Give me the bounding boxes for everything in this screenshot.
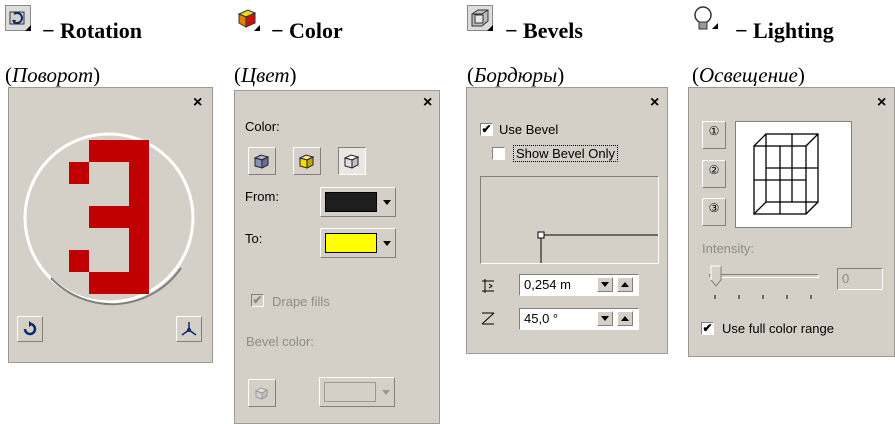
to-label: To:	[245, 231, 263, 246]
show-bevel-only-label: Show Bevel Only	[513, 145, 618, 162]
bevel-angle-down-button[interactable]	[597, 311, 613, 326]
bevel-width-down-button[interactable]	[597, 277, 613, 292]
lighting-title: − Lighting	[735, 18, 834, 43]
shade-color-button[interactable]	[338, 147, 366, 175]
show-bevel-only-checkbox[interactable]	[492, 147, 505, 160]
intensity-label: Intensity:	[702, 241, 755, 256]
bevels-title: − Bevels	[505, 18, 583, 43]
color-panel: × Color: From: To: ✔ Drape fills Bevel c…	[234, 90, 440, 424]
bevel-color-picker[interactable]	[319, 377, 395, 407]
bevels-subtitle: (Бордюры)	[467, 63, 565, 87]
drape-fills-label: Drape fills	[272, 294, 330, 309]
lighting-preview[interactable]	[735, 121, 852, 228]
rotation-title: − Rotation	[42, 18, 142, 43]
from-color-swatch	[325, 192, 377, 212]
yellow-cube-icon	[298, 154, 315, 169]
lighting-panel: × ① ② ③ Intensity: 0 ✔ Use full color ra…	[688, 87, 895, 357]
close-icon[interactable]: ×	[193, 95, 202, 111]
light-2-button[interactable]: ②	[702, 160, 726, 188]
light-3-button[interactable]: ③	[702, 198, 726, 226]
bevel-cube-icon	[254, 387, 269, 400]
color-title: − Color	[271, 18, 343, 43]
wireframe-cube-icon	[753, 133, 819, 215]
bevel-angle-up-button[interactable]	[617, 311, 633, 326]
color-label: Color:	[245, 119, 280, 134]
intensity-ticks	[714, 295, 812, 299]
color-subtitle: (Цвет)	[234, 63, 297, 87]
to-color-swatch	[325, 233, 377, 253]
bevel-width-icon	[482, 279, 494, 293]
close-icon[interactable]: ×	[423, 95, 432, 111]
axes-icon	[181, 322, 197, 336]
intensity-field[interactable]: 0	[837, 268, 883, 290]
intensity-slider-track[interactable]	[709, 274, 819, 278]
drape-fills-checkbox[interactable]: ✔	[251, 294, 264, 307]
shaded-cube-icon	[343, 154, 360, 169]
lighting-subtitle: (Освещение)	[692, 63, 805, 87]
dropdown-arrow-icon	[382, 390, 390, 395]
from-color-picker[interactable]	[320, 187, 396, 217]
bevel-width-up-button[interactable]	[617, 277, 633, 292]
use-bevel-checkbox[interactable]: ✔	[480, 123, 493, 136]
full-color-range-label: Use full color range	[722, 321, 834, 336]
solid-color-button[interactable]	[248, 147, 276, 175]
light-1-button[interactable]: ①	[702, 121, 726, 149]
full-color-range-checkbox[interactable]: ✔	[701, 322, 714, 335]
axes-button[interactable]	[176, 316, 202, 342]
to-color-picker[interactable]	[320, 228, 396, 258]
bevel-color-swatch	[324, 382, 376, 402]
close-icon[interactable]: ×	[877, 95, 886, 111]
dropdown-arrow-icon	[383, 241, 391, 246]
rotation-subtitle: (Поворот)	[5, 63, 101, 87]
reset-rotation-button[interactable]	[17, 316, 43, 342]
bevel-color-label: Bevel color:	[246, 334, 314, 349]
bevel-angle-icon	[481, 312, 495, 325]
bevels-panel: × ✔ Use Bevel Show Bevel Only 0,254 m 45…	[466, 87, 668, 354]
from-label: From:	[245, 189, 279, 204]
bevel-preview[interactable]	[480, 176, 659, 264]
bevels-icon	[467, 5, 493, 31]
intensity-slider-thumb[interactable]	[710, 265, 722, 287]
rotate-reset-icon	[23, 321, 37, 336]
solid-cube-icon	[253, 154, 270, 169]
bevel-color-mode-button[interactable]	[248, 379, 276, 407]
rotation-sphere[interactable]	[21, 118, 199, 318]
object-color-button[interactable]	[293, 147, 321, 175]
rotation-icon	[5, 5, 31, 31]
close-icon[interactable]: ×	[650, 95, 659, 111]
color-icon	[234, 5, 260, 31]
dropdown-arrow-icon	[383, 200, 391, 205]
lighting-icon	[692, 5, 718, 31]
use-bevel-label: Use Bevel	[499, 122, 559, 137]
rotation-panel: ×	[8, 87, 213, 363]
